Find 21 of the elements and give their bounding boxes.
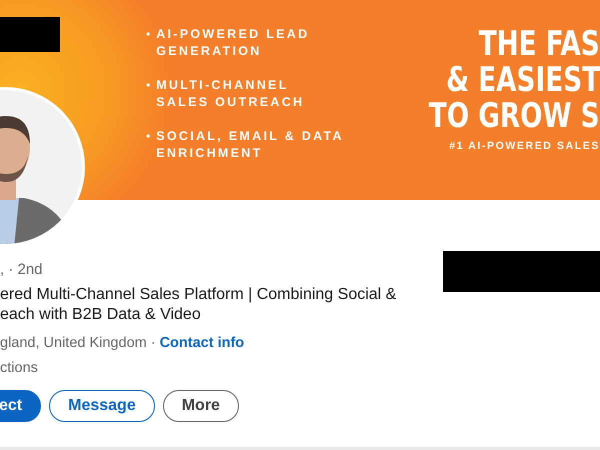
bullet-mark: • [146, 26, 150, 43]
separator-dot: · [150, 334, 156, 353]
banner-bullet: MULTI-CHANNEL SALES OUTREACH [156, 77, 306, 111]
banner-headline: TO GROW S [429, 98, 600, 134]
connection-degree: , · 2nd [0, 260, 43, 280]
banner-tagline: #1 AI-POWERED SALES [449, 140, 600, 152]
message-button[interactable]: Message [49, 390, 155, 422]
banner-bullet: SOCIAL, EMAIL & DATA ENRICHMENT [156, 128, 344, 162]
banner-headline: THE FAS [478, 26, 600, 62]
location-text: gland, United Kingdom [0, 334, 147, 353]
bullet-mark: • [146, 77, 150, 94]
bullet-mark: • [146, 128, 150, 145]
banner-headline: & EASIEST [446, 62, 600, 98]
profile-headline: each with B2B Data & Video [0, 305, 201, 325]
more-button[interactable]: More [162, 390, 239, 422]
redaction-block [0, 17, 60, 52]
profile-headline: ered Multi-Channel Sales Platform | Combining Social & [0, 285, 396, 305]
connections-count: ctions [0, 359, 38, 378]
contact-info-link[interactable]: Contact info [160, 333, 244, 353]
connect-button[interactable]: ect [0, 390, 42, 422]
banner-bullet: AI-POWERED LEAD GENERATION [156, 26, 310, 60]
